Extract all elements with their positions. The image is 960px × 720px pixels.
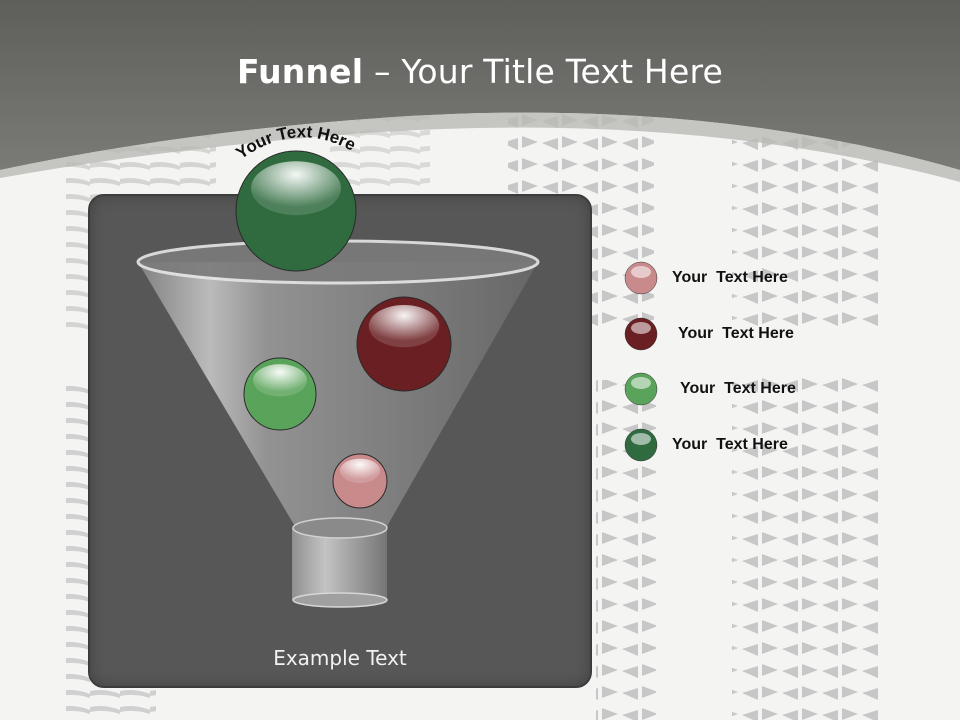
legend-item-2: Your Text Here [624, 317, 794, 351]
funnel-bottom-label: Example Text [273, 646, 407, 670]
legend-label: Your Text Here [672, 436, 788, 453]
funnel-spout [292, 528, 387, 600]
legend-item-1: Your Text Here [624, 261, 788, 295]
legend-label: Your Text Here [678, 325, 794, 342]
dark-red-ball-icon [624, 317, 658, 351]
legend-label: Your Text Here [672, 269, 788, 286]
legend-label: Your Text Here [680, 380, 796, 397]
dark-red-ball [356, 296, 452, 392]
pink-ball-icon [624, 261, 658, 295]
dark-green-ball [235, 150, 357, 272]
funnel-diagram: Your Text Here [136, 122, 540, 608]
dark-green-ball-icon [624, 428, 658, 462]
green-ball-icon [624, 372, 658, 406]
green-ball [243, 357, 317, 431]
pink-ball [332, 453, 388, 509]
legend-item-3: Your Text Here [624, 372, 796, 406]
legend-item-4: Your Text Here [624, 428, 788, 462]
